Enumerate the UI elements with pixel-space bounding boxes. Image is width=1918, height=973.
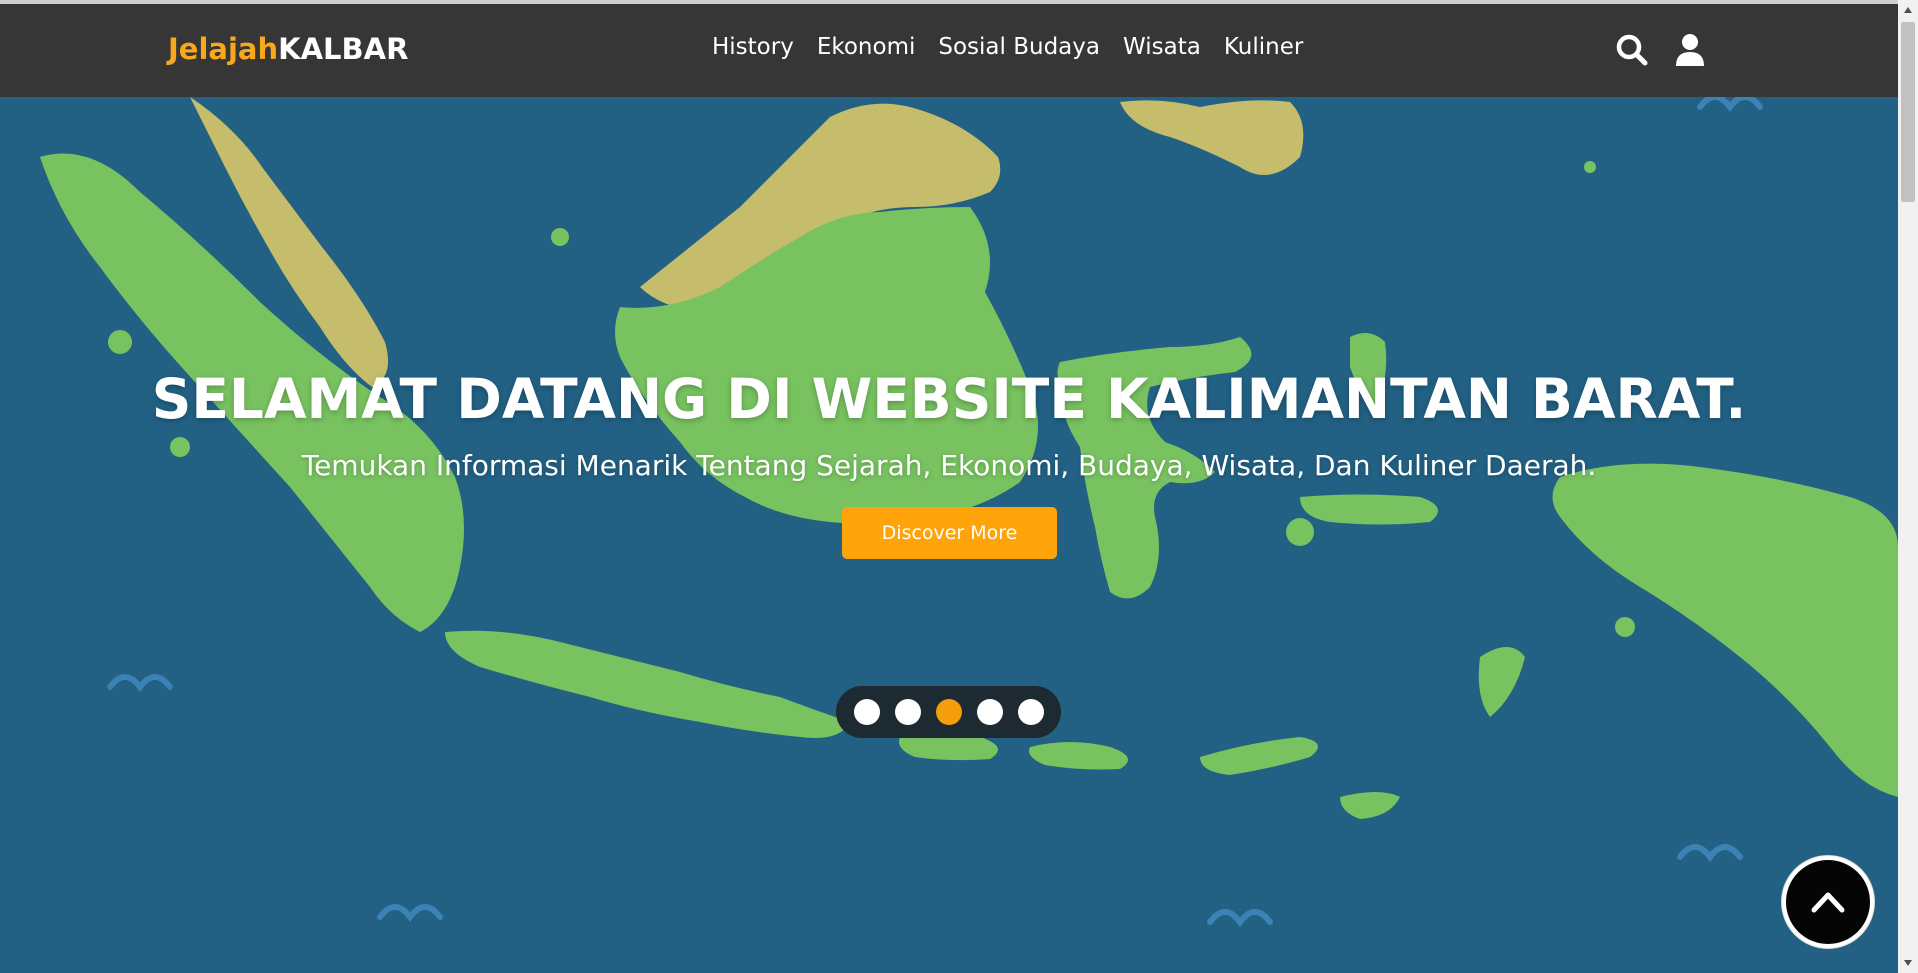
hero-section: SELAMAT DATANG DI WEBSITE KALIMANTAN BAR… [0, 97, 1898, 973]
chevron-up-icon [1811, 892, 1845, 913]
scroll-down-arrow-icon[interactable] [1902, 957, 1914, 969]
scrollbar-thumb[interactable] [1901, 22, 1915, 202]
nav-link-sosial-budaya[interactable]: Sosial Budaya [938, 34, 1100, 60]
nav-links: History Ekonomi Sosial Budaya Wisata Kul… [712, 34, 1326, 60]
navbar: JelajahKALBAR History Ekonomi Sosial Bud… [0, 4, 1898, 97]
carousel-dot-2[interactable] [894, 699, 921, 725]
discover-more-button[interactable]: Discover More [842, 507, 1057, 559]
carousel-dot-3-active[interactable] [935, 699, 962, 725]
nav-link-wisata[interactable]: Wisata [1123, 34, 1201, 60]
carousel-dot-1[interactable] [853, 699, 880, 725]
hero-subtitle: Temukan Informasi Menarik Tentang Sejara… [301, 449, 1597, 482]
nav-link-history[interactable]: History [712, 34, 794, 60]
hero-title: SELAMAT DATANG DI WEBSITE KALIMANTAN BAR… [151, 367, 1747, 431]
carousel-dot-5[interactable] [1017, 699, 1044, 725]
brand-part-2: KALBAR [278, 32, 409, 66]
nav-link-kuliner[interactable]: Kuliner [1224, 34, 1303, 60]
nav-link-ekonomi[interactable]: Ekonomi [817, 34, 916, 60]
back-to-top-button[interactable] [1782, 856, 1874, 948]
user-icon[interactable] [1670, 30, 1710, 70]
carousel-indicators [836, 686, 1061, 738]
brand-logo[interactable]: JelajahKALBAR [168, 32, 408, 66]
page-scrollbar[interactable] [1898, 0, 1918, 973]
search-icon[interactable] [1612, 30, 1652, 70]
brand-part-1: Jelajah [168, 32, 279, 66]
scroll-up-arrow-icon[interactable] [1902, 4, 1914, 16]
carousel-dot-4[interactable] [976, 699, 1003, 725]
